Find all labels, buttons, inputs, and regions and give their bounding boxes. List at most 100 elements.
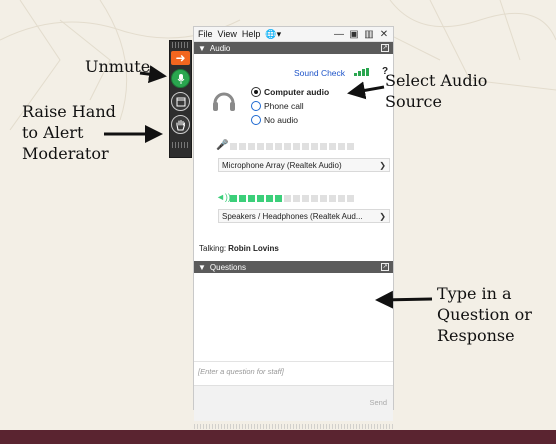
question-input[interactable]: [Enter a question for staff] — [194, 361, 393, 383]
audio-option-computer[interactable]: Computer audio — [251, 87, 329, 97]
restore-icon[interactable]: ▣ — [349, 29, 359, 40]
speaker-level-segment — [347, 195, 354, 202]
collapse-caret-icon: ▼ — [198, 43, 206, 53]
unmute-button[interactable] — [171, 69, 190, 88]
speaker-select-value: Speakers / Headphones (Realtek Aud... — [222, 211, 363, 221]
chevron-down-icon: ❯ — [379, 211, 386, 221]
screen-icon — [176, 97, 185, 106]
audio-section-title: Audio — [209, 43, 231, 53]
speaker-level-segment — [284, 195, 291, 202]
send-button[interactable]: Send — [369, 398, 387, 407]
close-icon[interactable]: ✕ — [379, 29, 389, 40]
webinar-toolbar: ➜ — [169, 40, 192, 158]
mic-level-segment — [230, 143, 237, 150]
audio-section-header[interactable]: ▼ Audio ↗ — [194, 42, 393, 54]
menu-help[interactable]: Help — [242, 29, 261, 39]
mic-level-segment — [248, 143, 255, 150]
minimize-icon[interactable]: — — [334, 29, 344, 40]
speaker-level-segment — [248, 195, 255, 202]
questions-log[interactable] — [194, 273, 393, 359]
signal-bars-icon — [354, 68, 369, 76]
annotation-type-question: Type in a Question or Response — [437, 283, 532, 346]
mic-level-segment — [320, 143, 327, 150]
mic-level-segment — [257, 143, 264, 150]
raise-hand-button[interactable] — [171, 115, 190, 134]
mic-level-segment — [239, 143, 246, 150]
mic-level-segment — [338, 143, 345, 150]
radio-label: Phone call — [264, 101, 304, 111]
mic-level-segment — [293, 143, 300, 150]
speaker-level-segment — [302, 195, 309, 202]
mic-level-segment — [302, 143, 309, 150]
annotation-line: Type in a — [437, 284, 512, 303]
menubar: File View Help 🌐▾ — ▣ ▥ ✕ — [194, 27, 393, 42]
mic-level-segment — [347, 143, 354, 150]
headset-icon — [213, 92, 235, 111]
exit-button[interactable]: ➜ — [171, 51, 190, 65]
screen-share-button[interactable] — [171, 92, 190, 111]
mic-level-segment — [284, 143, 291, 150]
mic-level-segment — [275, 143, 282, 150]
talking-indicator: Talking: Robin Lovins — [199, 244, 279, 253]
annotation-line: Response — [437, 326, 515, 345]
speaker-level-segment — [293, 195, 300, 202]
arrow-right-icon: ➜ — [175, 51, 186, 65]
annotation-unmute: Unmute — [85, 57, 151, 76]
speaker-level-meter — [230, 195, 354, 202]
microphone-icon: 🎤 — [216, 140, 229, 151]
radio-phone-call[interactable] — [251, 101, 261, 111]
annotation-line: to Alert — [22, 123, 84, 142]
collapse-caret-icon: ▼ — [198, 262, 206, 272]
audio-option-phone[interactable]: Phone call — [251, 101, 304, 111]
radio-no-audio[interactable] — [251, 115, 261, 125]
microphone-select[interactable]: Microphone Array (Realtek Audio) ❯ — [218, 158, 390, 172]
sound-check-link[interactable]: Sound Check — [294, 68, 345, 78]
mic-level-meter — [230, 143, 354, 150]
microphone-select-value: Microphone Array (Realtek Audio) — [222, 160, 342, 170]
speaker-level-segment — [230, 195, 237, 202]
popout-icon[interactable]: ↗ — [381, 263, 389, 271]
panel-resize-grip[interactable] — [194, 424, 393, 429]
microphone-icon — [177, 73, 184, 84]
chevron-down-icon: ❯ — [379, 160, 386, 170]
radio-computer-audio[interactable] — [251, 87, 261, 97]
speaker-level-segment — [275, 195, 282, 202]
speaker-level-segment — [338, 195, 345, 202]
questions-section: [Enter a question for staff] Send — [194, 273, 393, 429]
annotation-raise-hand: Raise Hand to Alert Moderator — [22, 101, 116, 164]
questions-section-header[interactable]: ▼ Questions ↗ — [194, 261, 393, 273]
slide-bottom-bar — [0, 430, 556, 444]
mic-level-segment — [329, 143, 336, 150]
annotation-line: Select Audio — [385, 71, 488, 90]
audio-option-none[interactable]: No audio — [251, 115, 298, 125]
radio-label: Computer audio — [264, 87, 330, 97]
control-panel: File View Help 🌐▾ — ▣ ▥ ✕ ▼ Audio ↗ Soun… — [193, 26, 394, 429]
talking-label: Talking: — [199, 244, 227, 253]
question-compose-area[interactable]: Send — [194, 385, 393, 421]
toolbar-grip[interactable] — [172, 42, 189, 48]
speaker-icon: ◄)) — [216, 192, 231, 202]
menu-view[interactable]: View — [218, 29, 237, 39]
expand-icon[interactable]: ▥ — [364, 29, 374, 40]
speaker-level-segment — [329, 195, 336, 202]
popout-icon[interactable]: ↗ — [381, 44, 389, 52]
mic-level-segment — [266, 143, 273, 150]
speaker-level-segment — [266, 195, 273, 202]
annotation-line: Moderator — [22, 144, 109, 163]
hand-icon — [176, 119, 186, 131]
globe-icon[interactable]: 🌐▾ — [265, 29, 281, 40]
mic-level-segment — [311, 143, 318, 150]
radio-label: No audio — [264, 115, 299, 125]
menu-file[interactable]: File — [198, 29, 213, 39]
speaker-level-segment — [320, 195, 327, 202]
audio-section: Sound Check ? Computer audio Phone call … — [194, 54, 393, 261]
speaker-level-segment — [239, 195, 246, 202]
questions-section-title: Questions — [209, 262, 246, 272]
speaker-level-segment — [257, 195, 264, 202]
speaker-select[interactable]: Speakers / Headphones (Realtek Aud... ❯ — [218, 209, 390, 223]
annotation-line: Raise Hand — [22, 102, 116, 121]
speaker-level-segment — [311, 195, 318, 202]
annotation-select-audio: Select Audio Source — [385, 70, 487, 112]
talking-name: Robin Lovins — [228, 244, 279, 253]
toolbar-grip-bottom[interactable] — [172, 142, 189, 148]
